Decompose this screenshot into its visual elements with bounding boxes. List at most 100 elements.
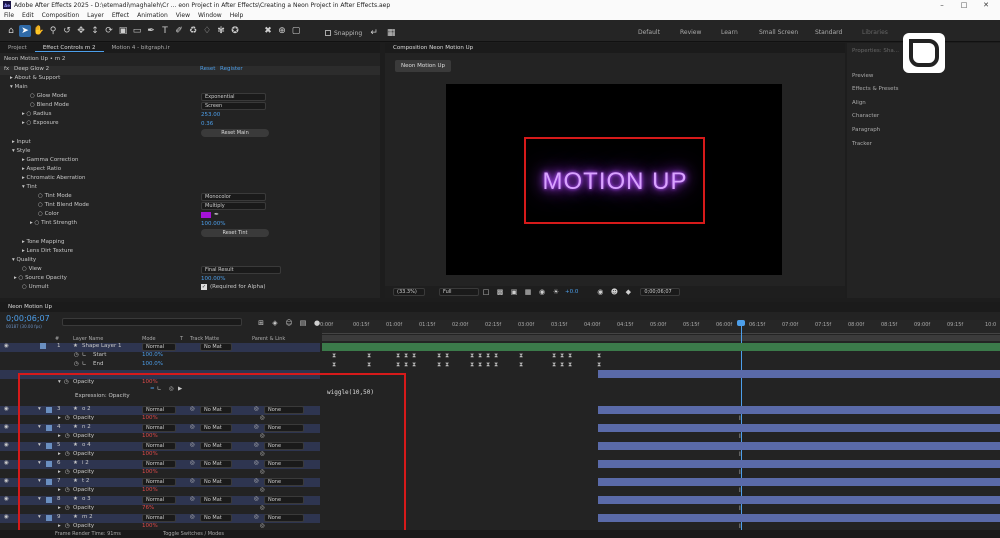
keyframe-icon[interactable]: I	[739, 505, 741, 512]
visibility-icon[interactable]: ◉	[4, 406, 9, 412]
keyframe-icon[interactable]: ⧗	[597, 352, 601, 360]
main-row[interactable]: ▾ Main	[10, 84, 390, 93]
panel-align[interactable]: Align	[852, 100, 866, 106]
axis-local-icon[interactable]: ✖	[262, 25, 274, 37]
aspect-row[interactable]: ▸ Aspect Ratio	[22, 166, 402, 175]
stopwatch-icon[interactable]: ◷	[74, 361, 79, 367]
pan-behind-icon[interactable]: ▣	[117, 25, 129, 37]
visibility-icon[interactable]: ◉	[4, 460, 9, 466]
playhead-handle[interactable]	[737, 320, 745, 326]
mode-dropdown[interactable]: Normal	[142, 343, 176, 351]
workspace-default[interactable]: Default	[638, 29, 660, 36]
layer-bar[interactable]	[598, 406, 1000, 414]
timeline-search-input[interactable]	[62, 318, 242, 326]
blend-mode-dropdown[interactable]: Screen	[201, 102, 266, 110]
panel-character[interactable]: Character	[852, 113, 879, 119]
keyframe-icon[interactable]: ⧗	[367, 361, 371, 369]
camera-snapshot-icon[interactable]: ◉	[594, 286, 606, 298]
keyframe-icon[interactable]: ⧗	[478, 352, 482, 360]
keyframe-icon[interactable]: ⧗	[445, 361, 449, 369]
work-area-bar[interactable]	[322, 335, 1000, 341]
menu-animation[interactable]: Animation	[137, 12, 168, 19]
dolly-tool-icon[interactable]: ↕	[89, 25, 101, 37]
keyframe-icon[interactable]: ⧗	[437, 361, 441, 369]
visibility-icon[interactable]: ◉	[4, 478, 9, 484]
color-manage-icon[interactable]: ☀	[550, 286, 562, 298]
menu-window[interactable]: Window	[198, 12, 222, 19]
layer-bar[interactable]	[598, 514, 1000, 522]
home-icon[interactable]: ⌂	[5, 25, 17, 37]
keyframe-icon[interactable]: ⧗	[552, 361, 556, 369]
snap-grid-icon[interactable]: ▦	[385, 27, 397, 39]
input-row[interactable]: ▸ Input	[12, 139, 392, 148]
keyframe-icon[interactable]: ⧗	[412, 352, 416, 360]
start-value[interactable]: 100.0%	[142, 352, 163, 358]
hand-tool-icon[interactable]: ✋	[33, 25, 45, 37]
visibility-icon[interactable]: ◉	[4, 514, 9, 520]
zoom-dropdown[interactable]: (33.3%)	[393, 288, 425, 296]
view-dropdown[interactable]: Final Result	[201, 266, 281, 274]
type-tool-icon[interactable]: T	[159, 25, 171, 37]
snapping-checkbox[interactable]	[325, 30, 331, 36]
guides-icon[interactable]: ▦	[522, 286, 534, 298]
keyframe-icon[interactable]: ⧗	[412, 361, 416, 369]
rectangle-tool-icon[interactable]: ▭	[131, 25, 143, 37]
orbit-tool-icon[interactable]: ↺	[61, 25, 73, 37]
keyframe-icon[interactable]: ⧗	[367, 352, 371, 360]
keyframe-icon[interactable]: ⧗	[486, 352, 490, 360]
gamma-row[interactable]: ▸ Gamma Correction	[22, 157, 402, 166]
layer-bar[interactable]	[598, 478, 1000, 486]
keyframe-icon[interactable]: ⧗	[332, 352, 336, 360]
eyedropper-icon[interactable]: ✒	[214, 211, 219, 218]
panel-properties[interactable]: Properties: Sha...	[852, 48, 899, 54]
layer-bar[interactable]	[322, 343, 1000, 351]
timeline-timecode[interactable]: 0;00;06;07	[6, 314, 50, 323]
stopwatch-icon[interactable]: ◷	[74, 352, 79, 358]
tab-motion-4[interactable]: Motion 4 - bitgraph.ir	[104, 45, 178, 51]
show-snapshot-icon[interactable]: ☻	[608, 286, 620, 298]
keyframe-icon[interactable]: ⧗	[396, 361, 400, 369]
panel-paragraph[interactable]: Paragraph	[852, 127, 880, 133]
menu-layer[interactable]: Layer	[87, 12, 104, 19]
pen-tool-icon[interactable]: ✒	[145, 25, 157, 37]
reset-link[interactable]: Reset	[200, 66, 215, 72]
track-matte-dropdown[interactable]: No Mat	[200, 343, 232, 351]
keyframe-icon[interactable]: ⧗	[552, 352, 556, 360]
exposure-readout[interactable]: +0.0	[565, 289, 578, 295]
keyframe-icon[interactable]: ⧗	[597, 361, 601, 369]
lens-dirt-row[interactable]: ▸ Lens Dirt Texture	[22, 248, 402, 257]
panel-preview[interactable]: Preview	[852, 73, 873, 79]
minimize-icon[interactable]: –	[930, 0, 954, 10]
zoom-tool-icon[interactable]: ⚲	[47, 25, 59, 37]
color-picker-icon[interactable]: ◆	[622, 286, 634, 298]
shy-icon[interactable]: ☺	[283, 317, 295, 329]
tint-color-swatch[interactable]	[201, 212, 211, 218]
tab-composition[interactable]: Composition Neon Motion Up	[385, 45, 481, 51]
menu-help[interactable]: Help	[230, 12, 244, 19]
draft-3d-icon[interactable]: ◈	[269, 317, 281, 329]
tint-mode-dropdown[interactable]: Monocolor	[201, 193, 266, 201]
snap-options-icon[interactable]: ↵	[368, 27, 380, 39]
rotate-tool-icon[interactable]: ⟳	[103, 25, 115, 37]
layer-bar[interactable]	[598, 370, 1000, 378]
keyframe-icon[interactable]: I	[739, 415, 741, 422]
visibility-icon[interactable]: ◉	[4, 343, 9, 349]
selection-tool-icon[interactable]: ➤	[19, 25, 31, 37]
panel-tracker[interactable]: Tracker	[852, 141, 872, 147]
keyframe-icon[interactable]: I	[739, 469, 741, 476]
channel-icon[interactable]: ◉	[536, 286, 548, 298]
menu-effect[interactable]: Effect	[112, 12, 129, 19]
visibility-icon[interactable]: ◉	[4, 424, 9, 430]
frame-blend-icon[interactable]: ▤	[297, 317, 309, 329]
quality-row[interactable]: ▾ Quality	[12, 257, 392, 266]
keyframe-icon[interactable]: ⧗	[437, 352, 441, 360]
unmult-checkbox-group[interactable]: ✓ (Required for Alpha)	[201, 284, 265, 290]
keyframe-icon[interactable]: ⧗	[494, 361, 498, 369]
table-row[interactable]: ◉ 1 ★ Shape Layer 1 Normal No Mat	[0, 343, 320, 352]
comp-flowchart-icon[interactable]: ⊞	[255, 317, 267, 329]
keyframe-icon[interactable]: ⧗	[494, 352, 498, 360]
close-icon[interactable]: ✕	[974, 0, 998, 10]
layer-bar[interactable]	[598, 424, 1000, 432]
keyframe-icon[interactable]: ⧗	[568, 352, 572, 360]
source-opacity-value[interactable]: 100.00%	[201, 276, 225, 282]
